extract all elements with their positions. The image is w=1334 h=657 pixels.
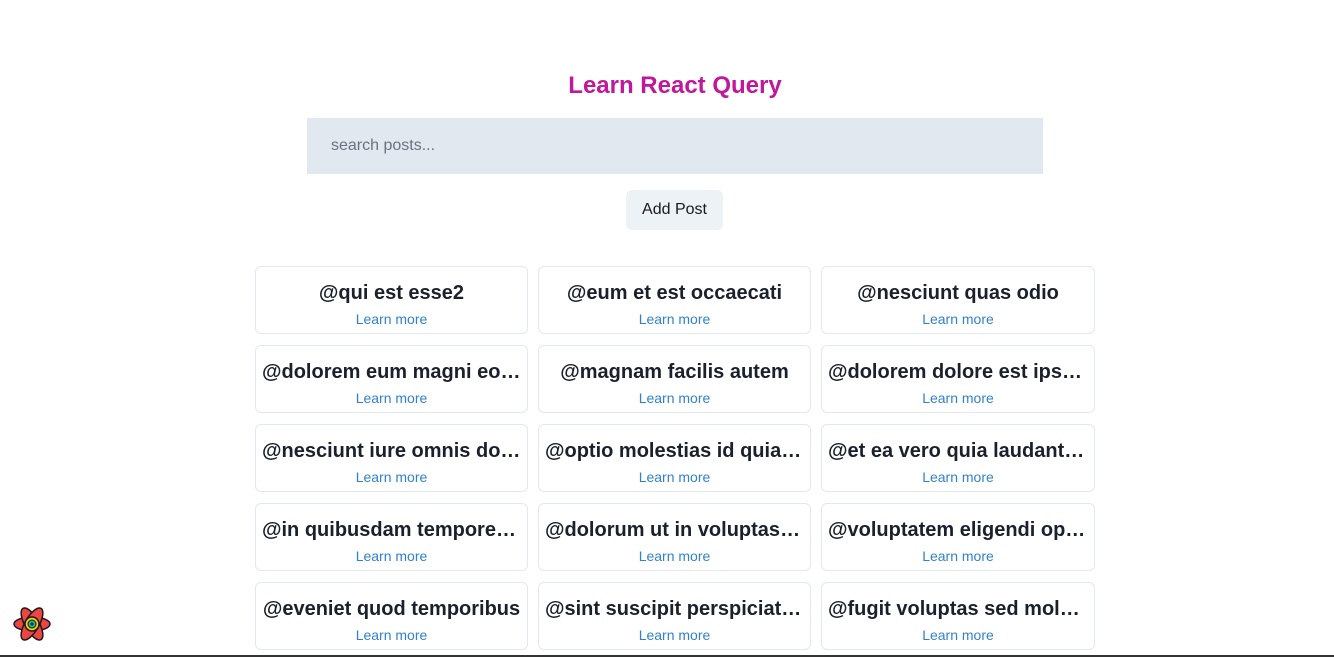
post-card: @magnam facilis autem Learn more: [538, 345, 811, 413]
posts-grid: @qui est esse2 Learn more @eum et est oc…: [255, 266, 1095, 650]
learn-more-link[interactable]: Learn more: [356, 390, 428, 406]
post-card: @fugit voluptas sed molestias voluptatem…: [821, 582, 1095, 650]
learn-more-link[interactable]: Learn more: [922, 390, 994, 406]
post-card: @sint suscipit perspiciatis velit doloru…: [538, 582, 811, 650]
search-input[interactable]: [307, 118, 1043, 174]
learn-more-link[interactable]: Learn more: [356, 469, 428, 485]
post-title: @optio molestias id quia eum: [545, 440, 804, 462]
app-page: Learn React Query Add Post @qui est esse…: [0, 0, 1334, 657]
learn-more-link[interactable]: Learn more: [356, 311, 428, 327]
post-title: @eveniet quod temporibus: [262, 598, 521, 620]
add-post-button[interactable]: Add Post: [626, 190, 723, 230]
post-title: @in quibusdam tempore odit est dolorem: [262, 519, 521, 541]
learn-more-link[interactable]: Learn more: [356, 548, 428, 564]
post-title: @nesciunt quas odio: [857, 282, 1059, 304]
post-card: @in quibusdam tempore odit est dolorem L…: [255, 503, 528, 571]
post-card: @qui est esse2 Learn more: [255, 266, 528, 334]
post-card: @dolorem dolore est ipsam Learn more: [821, 345, 1095, 413]
post-title: @dolorum ut in voluptas mollitia et saep…: [545, 519, 804, 541]
post-card: @optio molestias id quia eum Learn more: [538, 424, 811, 492]
post-title: @nesciunt iure omnis dolorem tempora et …: [262, 440, 521, 462]
learn-more-link[interactable]: Learn more: [639, 469, 711, 485]
post-title: @et ea vero quia laudantium autem: [828, 440, 1088, 462]
learn-more-link[interactable]: Learn more: [356, 627, 428, 643]
post-card: @dolorum ut in voluptas mollitia et saep…: [538, 503, 811, 571]
learn-more-link[interactable]: Learn more: [922, 627, 994, 643]
post-title: @dolorem eum magni eos aperiam quia: [262, 361, 521, 383]
post-card: @eum et est occaecati Learn more: [538, 266, 811, 334]
post-title: @magnam facilis autem: [560, 361, 789, 383]
learn-more-link[interactable]: Learn more: [639, 548, 711, 564]
post-card: @nesciunt iure omnis dolorem tempora et …: [255, 424, 528, 492]
learn-more-link[interactable]: Learn more: [922, 469, 994, 485]
post-title: @eum et est occaecati: [566, 282, 783, 304]
post-card: @dolorem eum magni eos aperiam quia Lear…: [255, 345, 528, 413]
learn-more-link[interactable]: Learn more: [639, 311, 711, 327]
page-title: Learn React Query: [568, 72, 782, 99]
learn-more-link[interactable]: Learn more: [922, 548, 994, 564]
react-query-devtools-icon[interactable]: [12, 604, 52, 644]
learn-more-link[interactable]: Learn more: [639, 390, 711, 406]
post-title: @sint suscipit perspiciatis velit doloru…: [545, 598, 804, 620]
post-card: @voluptatem eligendi optio Learn more: [821, 503, 1095, 571]
post-card: @nesciunt quas odio Learn more: [821, 266, 1095, 334]
post-card: @eveniet quod temporibus Learn more: [255, 582, 528, 650]
post-title: @qui est esse2: [318, 282, 465, 304]
learn-more-link[interactable]: Learn more: [922, 311, 994, 327]
post-title: @dolorem dolore est ipsam: [828, 361, 1088, 383]
post-title: @fugit voluptas sed molestias voluptatem…: [828, 598, 1088, 620]
post-title: @voluptatem eligendi optio: [828, 519, 1088, 541]
post-card: @et ea vero quia laudantium autem Learn …: [821, 424, 1095, 492]
learn-more-link[interactable]: Learn more: [639, 627, 711, 643]
